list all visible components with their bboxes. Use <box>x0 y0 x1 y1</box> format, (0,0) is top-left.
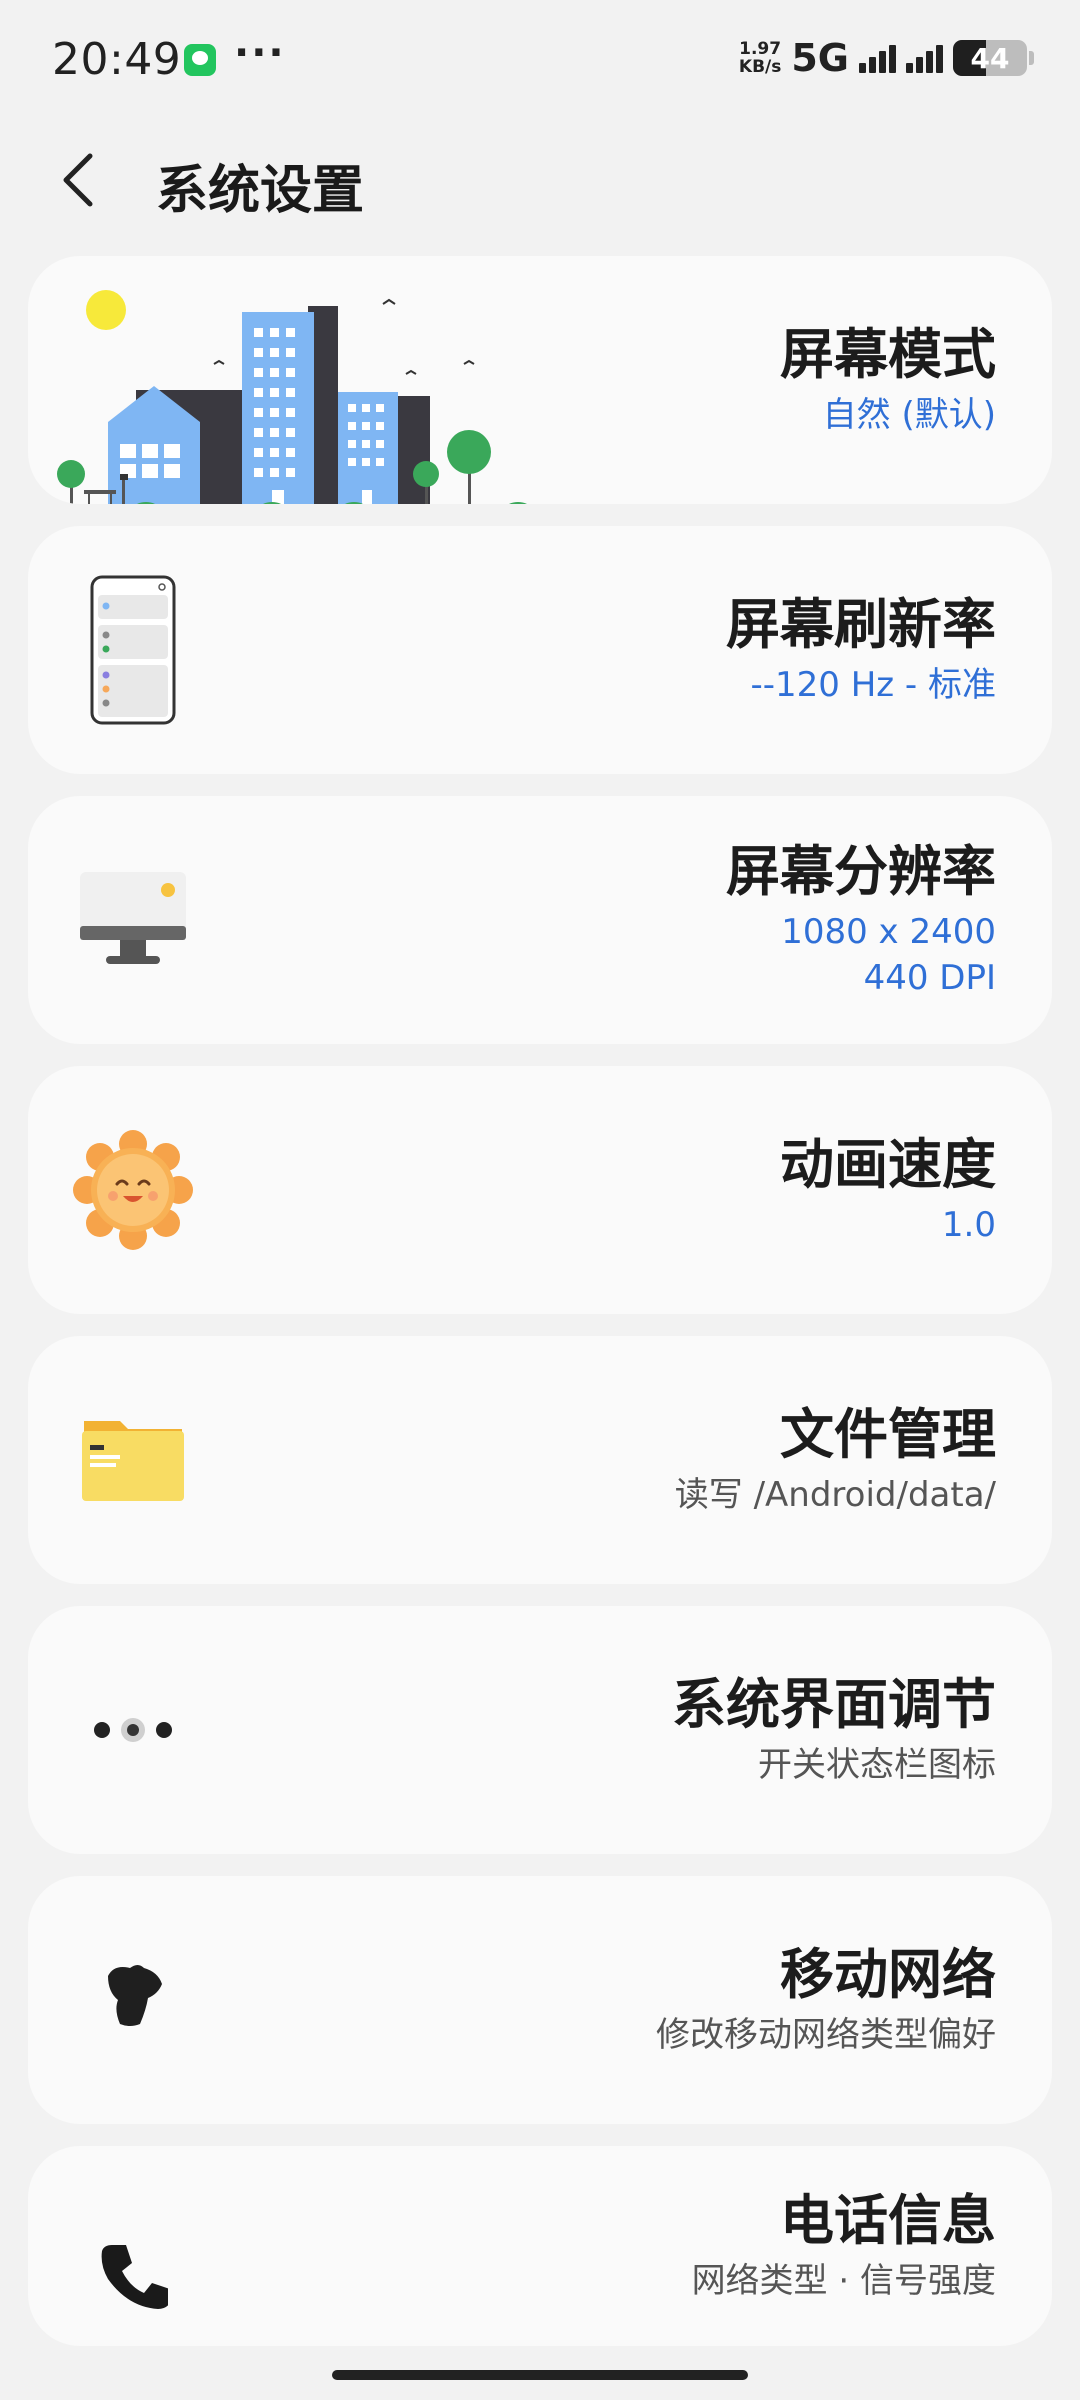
setting-title: 电话信息 <box>780 2189 996 2252</box>
mobile-network-icon <box>68 1935 198 2065</box>
battery-icon: 44 <box>953 40 1027 76</box>
network-type: 5G <box>791 36 849 80</box>
setting-title: 系统界面调节 <box>672 1673 996 1736</box>
network-speed-value: 1.97 <box>739 39 782 59</box>
setting-title: 文件管理 <box>780 1403 996 1466</box>
setting-system-ui-tuner[interactable]: 系统界面调节 开关状态栏图标 <box>28 1606 1052 1854</box>
status-indicators: 1.97 KB/s 5G 44 <box>739 36 1034 80</box>
sun-face-icon <box>68 1125 198 1255</box>
setting-animation-speed[interactable]: 动画速度 1.0 <box>28 1066 1052 1314</box>
setting-text: 电话信息 网络类型 · 信号强度 <box>692 2146 996 2346</box>
signal-strength-icon-2 <box>906 43 943 73</box>
setting-text: 系统界面调节 开关状态栏图标 <box>672 1606 996 1854</box>
city-illustration <box>57 290 527 504</box>
phone-icon <box>68 575 198 725</box>
setting-subtitle: 自然 (默认) <box>822 395 996 435</box>
signal-strength-icon <box>859 43 896 73</box>
setting-text: 移动网络 修改移动网络类型偏好 <box>656 1876 996 2124</box>
monitor-icon <box>68 855 198 985</box>
setting-resolution[interactable]: 屏幕分辨率 1080 x 2400 440 DPI <box>28 796 1052 1044</box>
network-speed-unit: KB/s <box>738 57 782 77</box>
gesture-navigation-bar[interactable] <box>332 2370 748 2380</box>
status-time: 20:49 <box>52 34 182 85</box>
setting-text: 动画速度 1.0 <box>780 1066 996 1314</box>
setting-refresh-rate[interactable]: 屏幕刷新率 --120 Hz - 标准 <box>28 526 1052 774</box>
setting-subtitle: 1.0 <box>941 1205 996 1245</box>
setting-subtitle: 修改移动网络类型偏好 <box>656 2015 996 2055</box>
setting-text: 屏幕刷新率 --120 Hz - 标准 <box>726 526 996 774</box>
app-header: 系统设置 <box>0 130 1080 230</box>
setting-screen-mode[interactable]: 屏幕模式 自然 (默认) <box>28 256 1052 504</box>
folder-icon <box>68 1395 198 1525</box>
setting-subtitle: --120 Hz - 标准 <box>750 665 996 705</box>
setting-subtitle: 网络类型 · 信号强度 <box>691 2261 996 2301</box>
setting-title: 屏幕分辨率 <box>726 840 996 903</box>
setting-title: 屏幕刷新率 <box>726 593 996 656</box>
setting-text: 屏幕模式 自然 (默认) <box>780 256 996 504</box>
setting-title: 移动网络 <box>780 1943 996 2006</box>
setting-subtitle-dpi: 440 DPI <box>863 958 996 998</box>
status-bar: 20:49 ··· 1.97 KB/s 5G 44 <box>0 0 1080 120</box>
phone-handset-icon <box>68 2211 198 2341</box>
chevron-left-icon <box>63 153 93 207</box>
battery-level: 44 <box>970 42 1010 75</box>
setting-phone-info[interactable]: 电话信息 网络类型 · 信号强度 <box>28 2146 1052 2346</box>
setting-title: 动画速度 <box>780 1133 996 1196</box>
back-button[interactable] <box>50 148 110 212</box>
setting-text: 屏幕分辨率 1080 x 2400 440 DPI <box>726 796 996 1044</box>
chat-app-icon <box>184 44 216 76</box>
setting-title: 屏幕模式 <box>780 323 996 386</box>
setting-text: 文件管理 读写 /Android/data/ <box>675 1336 996 1584</box>
setting-subtitle: 开关状态栏图标 <box>758 1745 996 1785</box>
page-title: 系统设置 <box>156 161 365 221</box>
setting-file-management[interactable]: 文件管理 读写 /Android/data/ <box>28 1336 1052 1584</box>
settings-list: 屏幕模式 自然 (默认) 屏幕刷新率 --120 Hz - 标准 屏幕分辨率 1… <box>28 256 1052 2368</box>
network-speed: 1.97 KB/s <box>739 40 781 76</box>
setting-subtitle: 读写 /Android/data/ <box>674 1475 996 1515</box>
setting-mobile-network[interactable]: 移动网络 修改移动网络类型偏好 <box>28 1876 1052 2124</box>
more-notifications-indicator: ··· <box>234 30 286 76</box>
battery-tip <box>1029 51 1034 65</box>
dots-icon <box>68 1665 198 1795</box>
setting-subtitle: 1080 x 2400 <box>781 912 996 952</box>
